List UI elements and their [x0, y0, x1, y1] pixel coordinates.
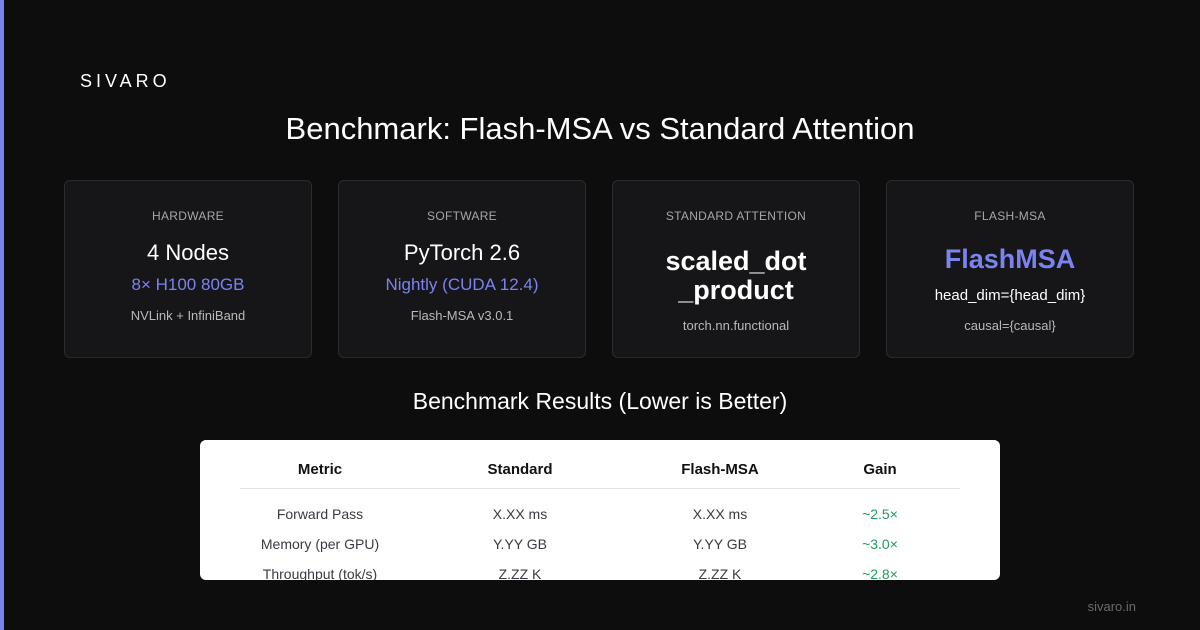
- card-value-line: _product: [678, 275, 794, 305]
- gain-cell: ~3.0×: [862, 536, 898, 552]
- card-value: PyTorch 2.6: [403, 240, 521, 265]
- card-note: causal={causal}: [964, 318, 1056, 333]
- column-header: Metric: [240, 456, 400, 489]
- gain-cell: ~2.8×: [862, 566, 898, 580]
- standard-cell: Z.ZZ K: [498, 566, 542, 580]
- card-value-line: scaled_dot: [665, 246, 807, 276]
- table-row: Forward Pass X.XX ms X.XX ms ~2.5×: [240, 489, 960, 530]
- table-row: Throughput (tok/s) Z.ZZ K Z.ZZ K ~2.8×: [240, 559, 960, 580]
- card-sub: 8× H100 80GB: [131, 275, 245, 294]
- standard-attention-card: STANDARD ATTENTION scaled_dot _product t…: [612, 180, 860, 358]
- gain-cell: ~2.5×: [862, 506, 898, 522]
- card-label: SOFTWARE: [427, 209, 497, 223]
- table-row: Memory (per GPU) Y.YY GB Y.YY GB ~3.0×: [240, 529, 960, 559]
- card-value: 4 Nodes: [147, 240, 229, 265]
- column-header: Flash-MSA: [640, 456, 800, 489]
- card-value: FlashMSA: [944, 244, 1076, 274]
- card-sub: Nightly (CUDA 12.4): [385, 275, 539, 294]
- column-header: Standard: [400, 456, 640, 489]
- results-table: Metric Standard Flash-MSA Gain Forward P…: [240, 456, 960, 580]
- card-note: Flash-MSA v3.0.1: [410, 308, 514, 323]
- accent-bar: [0, 0, 4, 630]
- card-note: torch.nn.functional: [682, 318, 790, 333]
- table-header-row: Metric Standard Flash-MSA Gain: [240, 456, 960, 489]
- flash-msa-card: FLASH-MSA FlashMSA head_dim={head_dim} c…: [886, 180, 1134, 358]
- metric-cell: Throughput (tok/s): [262, 566, 378, 580]
- card-value: scaled_dot _product: [613, 247, 859, 305]
- results-panel: Metric Standard Flash-MSA Gain Forward P…: [200, 440, 1000, 580]
- card-label: HARDWARE: [152, 209, 224, 223]
- metric-cell: Memory (per GPU): [260, 536, 380, 552]
- standard-cell: X.XX ms: [492, 506, 548, 522]
- card-label: FLASH-MSA: [974, 209, 1046, 223]
- metric-cell: Forward Pass: [276, 506, 364, 522]
- software-card: SOFTWARE PyTorch 2.6 Nightly (CUDA 12.4)…: [338, 180, 586, 358]
- card-sub: head_dim={head_dim}: [934, 287, 1086, 304]
- flash-msa-cell: X.XX ms: [692, 506, 748, 522]
- flash-msa-cell: Z.ZZ K: [698, 566, 742, 580]
- results-title: Benchmark Results (Lower is Better): [412, 388, 788, 414]
- column-header: Gain: [800, 456, 960, 489]
- standard-cell: Y.YY GB: [493, 536, 547, 552]
- card-note: NVLink + InfiniBand: [130, 308, 246, 323]
- flash-msa-cell: Y.YY GB: [693, 536, 747, 552]
- hardware-card: HARDWARE 4 Nodes 8× H100 80GB NVLink + I…: [64, 180, 312, 358]
- page-title: Benchmark: Flash-MSA vs Standard Attenti…: [285, 111, 915, 146]
- card-label: STANDARD ATTENTION: [665, 209, 807, 223]
- footer-url: sivaro.in: [1087, 599, 1136, 614]
- brand-logo: SIVARO: [80, 71, 171, 91]
